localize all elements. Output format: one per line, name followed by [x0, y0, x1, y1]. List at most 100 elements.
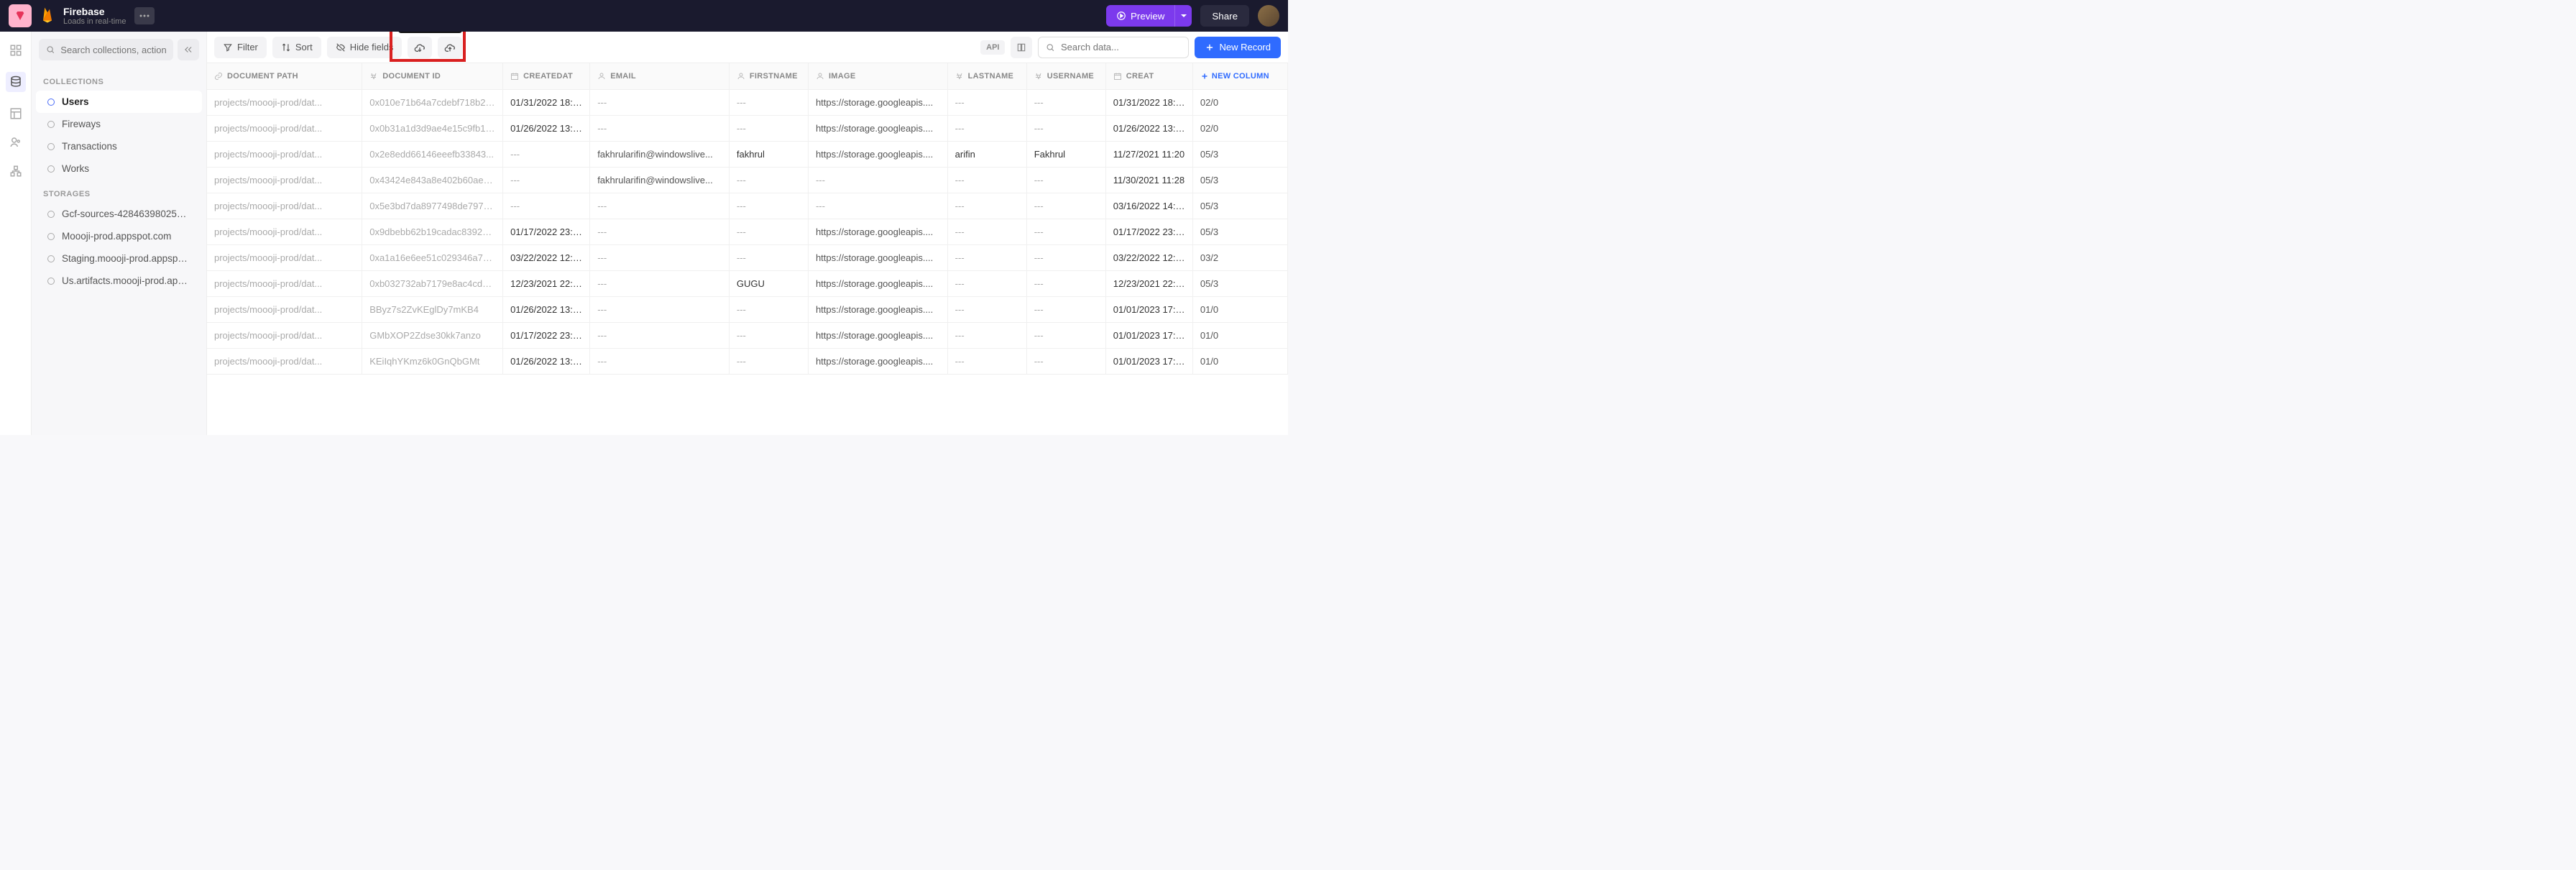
- cell-lastname: arifin: [947, 141, 1026, 167]
- cell-createdat2: 03/16/2022 14:21: [1105, 193, 1192, 219]
- table-row[interactable]: projects/moooji-prod/dat...BByz7s2ZvKEgl…: [207, 296, 1288, 322]
- cell-createdat: ---: [503, 193, 590, 219]
- cell-username: Fakhrul: [1026, 141, 1105, 167]
- rail-database-icon[interactable]: [6, 72, 26, 92]
- cell-path: projects/moooji-prod/dat...: [207, 219, 362, 244]
- cal-icon: [1113, 72, 1122, 81]
- cell-extra: 05/3: [1192, 270, 1287, 296]
- column-header-email[interactable]: EMAIL: [590, 63, 730, 89]
- cell-createdat2: 01/26/2022 13:44: [1105, 115, 1192, 141]
- table-row[interactable]: projects/moooji-prod/dat...0x43424e843a8…: [207, 167, 1288, 193]
- cell-path: projects/moooji-prod/dat...: [207, 89, 362, 115]
- column-header-lastname[interactable]: LASTNAME: [947, 63, 1026, 89]
- sidebar-collection-transactions[interactable]: Transactions: [36, 135, 202, 157]
- column-header-path[interactable]: DOCUMENT PATH: [207, 63, 362, 89]
- user-icon: [737, 72, 745, 81]
- rail-dashboard-icon[interactable]: [9, 43, 23, 58]
- more-menu-button[interactable]: [134, 7, 155, 24]
- cell-extra: 05/3: [1192, 193, 1287, 219]
- cell-email: ---: [590, 348, 730, 374]
- export-button[interactable]: [408, 37, 432, 58]
- cell-extra: 01/0: [1192, 322, 1287, 348]
- cell-username: ---: [1026, 296, 1105, 322]
- user-avatar[interactable]: [1258, 5, 1279, 27]
- sidebar-collection-users[interactable]: Users: [36, 91, 202, 113]
- collapse-sidebar-button[interactable]: [178, 39, 199, 60]
- sidebar: COLLECTIONS UsersFirewaysTransactionsWor…: [32, 32, 207, 435]
- sidebar-collection-fireways[interactable]: Fireways: [36, 113, 202, 135]
- app-title: Firebase: [63, 6, 126, 17]
- table-row[interactable]: projects/moooji-prod/dat...0x010e71b64a7…: [207, 89, 1288, 115]
- column-header-image[interactable]: IMAGE: [808, 63, 947, 89]
- sidebar-item-label: Us.artifacts.moooji-prod.apps...: [62, 275, 190, 286]
- cell-image: https://storage.googleapis....: [808, 115, 947, 141]
- cell-path: projects/moooji-prod/dat...: [207, 167, 362, 193]
- cell-image: https://storage.googleapis....: [808, 296, 947, 322]
- cell-firstname: ---: [729, 193, 808, 219]
- app-logo: [9, 4, 32, 27]
- table-row[interactable]: projects/moooji-prod/dat...0xa1a16e6ee51…: [207, 244, 1288, 270]
- share-button[interactable]: Share: [1200, 5, 1249, 27]
- cell-username: ---: [1026, 167, 1105, 193]
- cell-image: https://storage.googleapis....: [808, 270, 947, 296]
- hide-fields-button[interactable]: Hide fields: [327, 37, 402, 58]
- cell-createdat2: 11/30/2021 11:28: [1105, 167, 1192, 193]
- data-search-input[interactable]: [1061, 42, 1182, 52]
- upload-cloud-icon: [444, 42, 456, 53]
- cell-image: ---: [808, 193, 947, 219]
- sidebar-storage-item[interactable]: Us.artifacts.moooji-prod.apps...: [36, 270, 202, 292]
- cell-email: ---: [590, 89, 730, 115]
- cell-id: GMbXOP2Zdse30kk7anzo: [362, 322, 503, 348]
- link-icon: [214, 72, 223, 81]
- cell-email: fakhrularifin@windowslive...: [590, 167, 730, 193]
- cell-firstname: ---: [729, 89, 808, 115]
- column-header-firstname[interactable]: FIRSTNAME: [729, 63, 808, 89]
- table-row[interactable]: projects/moooji-prod/dat...KEiIqhYKmz6k0…: [207, 348, 1288, 374]
- filter-button[interactable]: Filter: [214, 37, 267, 58]
- sort-button[interactable]: Sort: [272, 37, 321, 58]
- cell-extra: 02/0: [1192, 89, 1287, 115]
- add-column-button[interactable]: NEW COLUMN: [1192, 63, 1287, 89]
- column-header-username[interactable]: USERNAME: [1026, 63, 1105, 89]
- column-header-createdat[interactable]: CREATEDAT: [503, 63, 590, 89]
- rail-org-icon[interactable]: [9, 164, 23, 178]
- rail-layout-icon[interactable]: [9, 106, 23, 121]
- cell-firstname: ---: [729, 348, 808, 374]
- api-button[interactable]: API: [980, 40, 1005, 55]
- cell-path: projects/moooji-prod/dat...: [207, 270, 362, 296]
- cell-image: ---: [808, 167, 947, 193]
- cell-id: 0xa1a16e6ee51c029346a7db...: [362, 244, 503, 270]
- column-header-createdat2[interactable]: CREAT: [1105, 63, 1192, 89]
- table-row[interactable]: projects/moooji-prod/dat...GMbXOP2Zdse30…: [207, 322, 1288, 348]
- table-row[interactable]: projects/moooji-prod/dat...0x0b31a1d3d9a…: [207, 115, 1288, 141]
- table-row[interactable]: projects/moooji-prod/dat...0x5e3bd7da897…: [207, 193, 1288, 219]
- cell-email: ---: [590, 270, 730, 296]
- import-button[interactable]: [438, 37, 462, 58]
- docs-button[interactable]: [1011, 37, 1032, 58]
- sidebar-search-input[interactable]: [60, 45, 166, 55]
- data-table-container[interactable]: DOCUMENT PATHDOCUMENT IDCREATEDATEMAILFI…: [207, 63, 1288, 435]
- cell-extra: 05/3: [1192, 141, 1287, 167]
- cell-createdat: 03/22/2022 12:18: [503, 244, 590, 270]
- sidebar-collection-works[interactable]: Works: [36, 157, 202, 180]
- table-row[interactable]: projects/moooji-prod/dat...0x9dbebb62b19…: [207, 219, 1288, 244]
- table-row[interactable]: projects/moooji-prod/dat...0xb032732ab71…: [207, 270, 1288, 296]
- preview-button[interactable]: Preview: [1106, 5, 1174, 27]
- preview-dropdown-button[interactable]: [1174, 5, 1192, 27]
- bullet-icon: [47, 99, 55, 106]
- sidebar-storage-item[interactable]: Gcf-sources-428463980258-us-...: [36, 203, 202, 225]
- sidebar-search[interactable]: [39, 39, 173, 60]
- data-search[interactable]: [1038, 37, 1189, 58]
- cell-extra: 01/0: [1192, 348, 1287, 374]
- table-row[interactable]: projects/moooji-prod/dat...0x2e8edd66146…: [207, 141, 1288, 167]
- cell-lastname: ---: [947, 193, 1026, 219]
- cell-extra: 01/0: [1192, 296, 1287, 322]
- user-icon: [597, 72, 606, 81]
- column-header-id[interactable]: DOCUMENT ID: [362, 63, 503, 89]
- rail-users-icon[interactable]: [9, 135, 23, 150]
- cell-username: ---: [1026, 193, 1105, 219]
- sidebar-storage-item[interactable]: Moooji-prod.appspot.com: [36, 225, 202, 247]
- new-record-button[interactable]: New Record: [1195, 37, 1281, 58]
- sidebar-storage-item[interactable]: Staging.moooji-prod.appspot.c...: [36, 247, 202, 270]
- cell-username: ---: [1026, 270, 1105, 296]
